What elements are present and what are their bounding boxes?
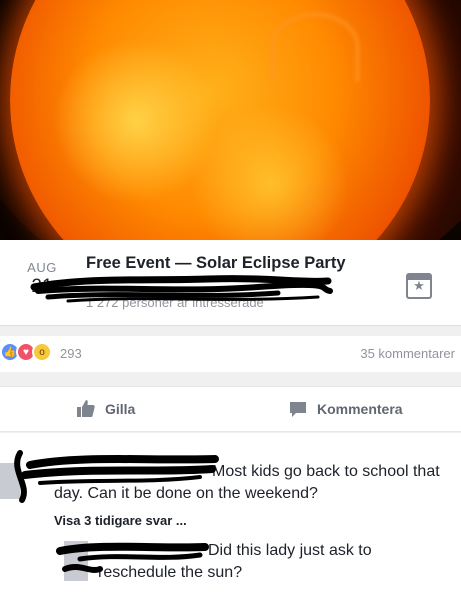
redaction-scribble <box>14 450 219 503</box>
redaction-scribble <box>56 542 209 573</box>
redaction-scribble <box>30 275 333 303</box>
comments-section: Most kids go back to school that day. Ca… <box>0 433 461 600</box>
view-previous-replies-link[interactable]: Visa 3 tidigare svar ... <box>54 513 187 528</box>
thumbs-up-icon <box>77 400 95 417</box>
like-button[interactable]: Gilla <box>76 399 135 419</box>
solar-prominence <box>270 12 360 82</box>
wow-reaction-icon[interactable]: o <box>32 342 52 362</box>
reactions-row: 👍 ♥ o 293 35 kommentarer <box>0 336 461 372</box>
reaction-count[interactable]: 293 <box>60 346 82 361</box>
comment-button-label: Kommentera <box>317 401 403 417</box>
sun <box>10 0 430 240</box>
calendar-star-icon[interactable]: ★ <box>406 273 432 299</box>
comment-button[interactable]: Kommentera <box>288 399 403 419</box>
comment-count[interactable]: 35 kommentarer <box>360 346 455 361</box>
like-button-label: Gilla <box>105 401 136 417</box>
comment-bubble-icon <box>290 402 306 417</box>
event-cover-image[interactable] <box>0 0 461 240</box>
event-card[interactable]: AUG 21 Free Event — Solar Eclipse Party … <box>0 240 461 326</box>
action-bar: Gilla Kommentera <box>0 386 461 432</box>
